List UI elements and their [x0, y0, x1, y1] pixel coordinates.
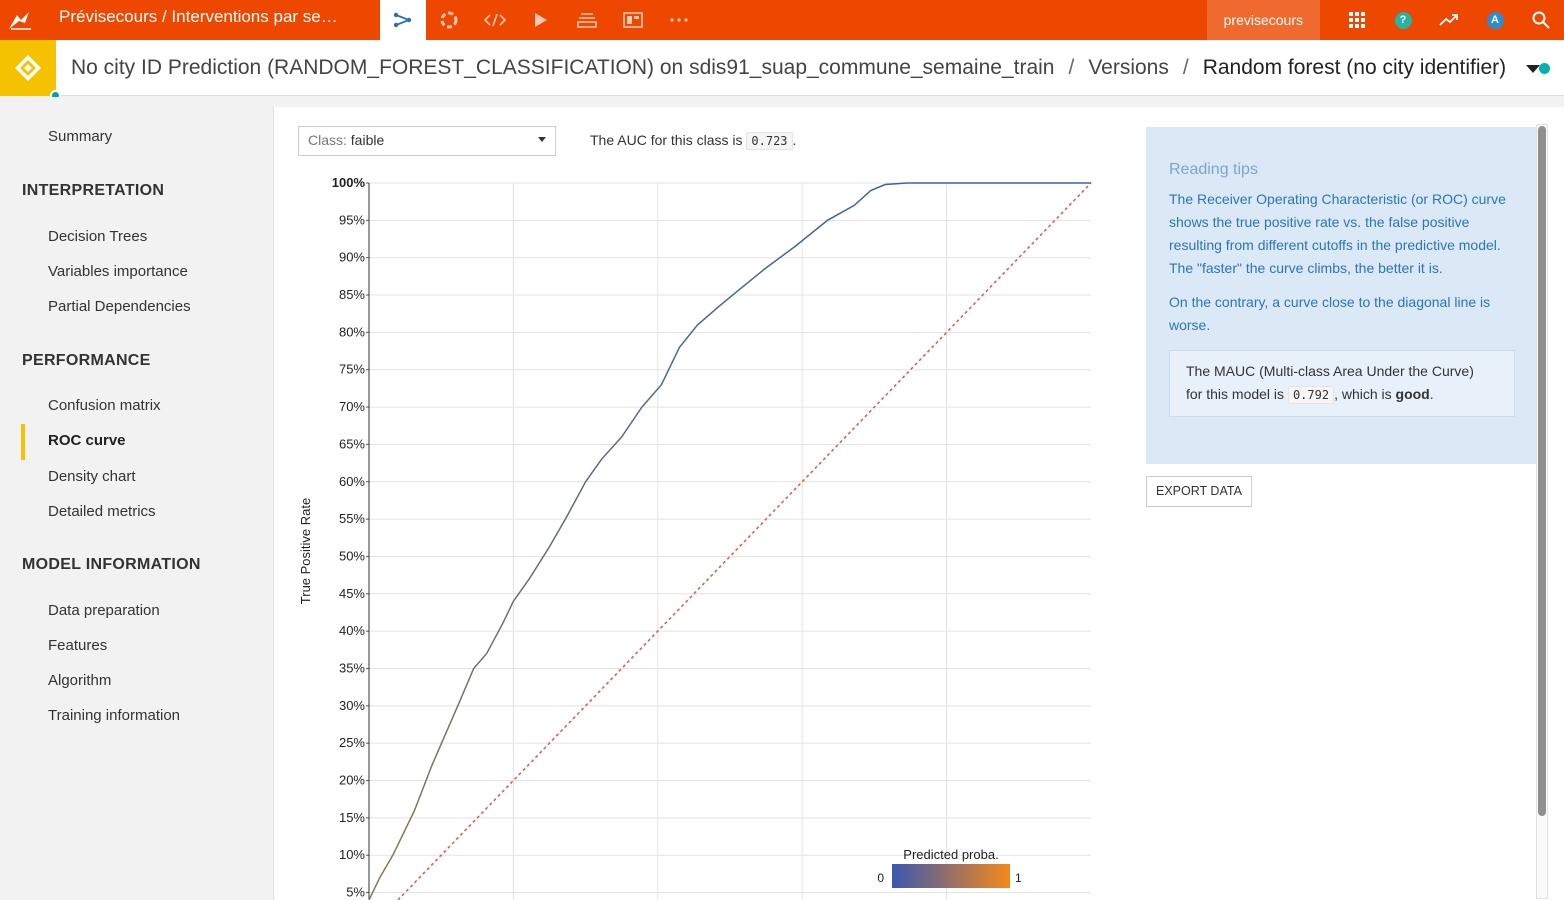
current-version-title[interactable]: Random forest (no city identifier): [1203, 56, 1506, 80]
mauc-mid: , which is: [1334, 386, 1392, 402]
help-icon[interactable]: ?: [1380, 0, 1426, 40]
help-badge: ?: [1394, 11, 1412, 29]
sidebar-item-partial-dependencies[interactable]: Partial Dependencies: [48, 298, 191, 315]
sidebar-item-variables-importance[interactable]: Variables importance: [48, 263, 188, 280]
y-tick-label: 80%: [339, 324, 365, 339]
search-icon[interactable]: [1518, 0, 1564, 40]
roc-panel: Class: faible The AUC for this class is …: [273, 107, 1564, 900]
project-breadcrumb[interactable]: Prévisecours / Interventions par se…: [40, 0, 380, 40]
avatar-icon[interactable]: A: [1472, 0, 1518, 40]
breadcrumb-separator: /: [1182, 55, 1189, 79]
active-item-indicator: [21, 424, 25, 460]
y-tick-label: 60%: [339, 474, 365, 489]
y-axis-label: True Positive Rate: [298, 498, 313, 604]
y-tick-label: 90%: [339, 250, 365, 265]
sidebar-section-model-information: MODEL INFORMATION: [22, 556, 201, 573]
chart-y-axis: 100% 95% 90% 85% 80% 75% 70% 65% 60% 55% 50% 45% 40%…: [332, 175, 370, 900]
y-tick-label: 45%: [339, 586, 365, 601]
class-select-value: faible: [350, 132, 385, 148]
y-tick-label: 65%: [339, 436, 365, 451]
colorbar-max-label: 1: [1015, 871, 1022, 885]
colorbar-gradient: [892, 864, 1010, 888]
auc-summary: The AUC for this class is 0.723.: [590, 132, 797, 150]
mauc-prefix: for this model is: [1186, 386, 1285, 402]
mauc-value: 0.792: [1287, 386, 1335, 404]
lifebuoy-icon[interactable]: [426, 0, 472, 40]
scrollbar[interactable]: [1536, 124, 1548, 899]
mauc-line: for this model is 0.792, which is good.: [1186, 383, 1498, 407]
reading-tips-title: Reading tips: [1169, 161, 1258, 178]
y-tick-label: 35%: [339, 660, 365, 675]
report-sidebar: Summary INTERPRETATION Decision Trees Va…: [0, 97, 272, 900]
sidebar-item-density-chart[interactable]: Density chart: [48, 468, 136, 485]
y-tick-label: 95%: [339, 212, 365, 227]
chevron-down-icon: [538, 137, 546, 142]
y-tick-label: 50%: [339, 548, 365, 563]
dashboard-icon[interactable]: [610, 0, 656, 40]
code-icon[interactable]: [472, 0, 518, 40]
sidebar-item-summary[interactable]: Summary: [48, 128, 112, 145]
colorbar-title: Predicted proba.: [903, 847, 998, 862]
roc-chart: 100% 95% 90% 85% 80% 75% 70% 65% 60% 55% 50% 45% 40%…: [298, 175, 1092, 900]
class-select-label: Class:: [308, 132, 347, 148]
grid-icon[interactable]: [1334, 0, 1380, 40]
mauc-box: The MAUC (Multi-class Area Under the Cur…: [1169, 350, 1515, 417]
sidebar-item-roc-curve[interactable]: ROC curve: [48, 432, 126, 449]
activity-icon[interactable]: [1426, 0, 1472, 40]
dataiku-logo-icon[interactable]: [0, 0, 40, 40]
roc-curve-line: [368, 182, 1091, 900]
y-tick-label: 75%: [339, 362, 365, 377]
sidebar-section-interpretation: INTERPRETATION: [22, 182, 165, 199]
y-tick-label: 70%: [339, 399, 365, 414]
y-tick-label: 25%: [339, 735, 365, 750]
export-data-button[interactable]: EXPORT DATA: [1146, 476, 1252, 507]
auc-suffix: .: [792, 132, 797, 148]
sidebar-item-decision-trees[interactable]: Decision Trees: [48, 228, 147, 245]
sidebar-item-data-preparation[interactable]: Data preparation: [48, 602, 160, 619]
status-dot: [1539, 63, 1550, 74]
y-tick-label: 30%: [339, 698, 365, 713]
play-icon[interactable]: [518, 0, 564, 40]
versions-link[interactable]: Versions: [1088, 56, 1169, 80]
model-header: No city ID Prediction (RANDOM_FOREST_CLA…: [0, 39, 1564, 101]
colorbar-legend: Predicted proba. 0 1: [877, 847, 1022, 888]
top-navbar: Prévisecours / Interventions par se… pre…: [0, 0, 1564, 40]
y-tick-label: 55%: [339, 511, 365, 526]
breadcrumb-separator: /: [1068, 55, 1075, 79]
y-tick-label: 20%: [339, 773, 365, 788]
class-select[interactable]: Class: faible: [298, 126, 556, 156]
auc-prefix: The AUC for this class is: [590, 132, 743, 148]
stack-icon[interactable]: [564, 0, 610, 40]
reading-tips-paragraph: The Receiver Operating Characteristic (o…: [1169, 191, 1506, 276]
sidebar-section-performance: PERFORMANCE: [22, 352, 151, 369]
sidebar-item-detailed-metrics[interactable]: Detailed metrics: [48, 503, 156, 520]
colorbar-min-label: 0: [877, 871, 884, 885]
mauc-line: The MAUC (Multi-class Area Under the Cur…: [1186, 363, 1474, 379]
y-tick-label: 85%: [339, 287, 365, 302]
mauc-suffix: .: [1429, 386, 1434, 402]
model-type-badge: [0, 39, 61, 101]
random-classifier-diagonal: [397, 182, 1092, 900]
y-tick-label: 10%: [339, 847, 365, 862]
model-title[interactable]: No city ID Prediction (RANDOM_FOREST_CLA…: [56, 56, 1054, 80]
avatar: A: [1486, 11, 1504, 29]
y-tick-label: 40%: [339, 623, 365, 638]
y-tick-label: 5%: [346, 885, 365, 900]
reading-tips-panel: Reading tips The Receiver Operating Char…: [1146, 127, 1538, 464]
sidebar-item-algorithm[interactable]: Algorithm: [48, 672, 111, 689]
flow-icon[interactable]: [380, 0, 426, 40]
sidebar-item-features[interactable]: Features: [48, 637, 107, 654]
reading-tips-paragraph: On the contrary, a curve close to the di…: [1169, 294, 1491, 333]
chart-grid: [369, 182, 1091, 900]
mauc-quality: good: [1395, 386, 1430, 402]
sidebar-item-confusion-matrix[interactable]: Confusion matrix: [48, 397, 161, 414]
scrollbar-thumb[interactable]: [1538, 126, 1546, 816]
y-tick-label: 15%: [339, 810, 365, 825]
more-icon[interactable]: [656, 0, 702, 40]
model-diamond-icon: [15, 54, 41, 81]
user-menu-button[interactable]: previsecours: [1206, 0, 1320, 40]
y-tick-label: 100%: [332, 175, 366, 190]
sidebar-item-training-information[interactable]: Training information: [48, 707, 180, 724]
auc-value: 0.723: [746, 132, 793, 150]
